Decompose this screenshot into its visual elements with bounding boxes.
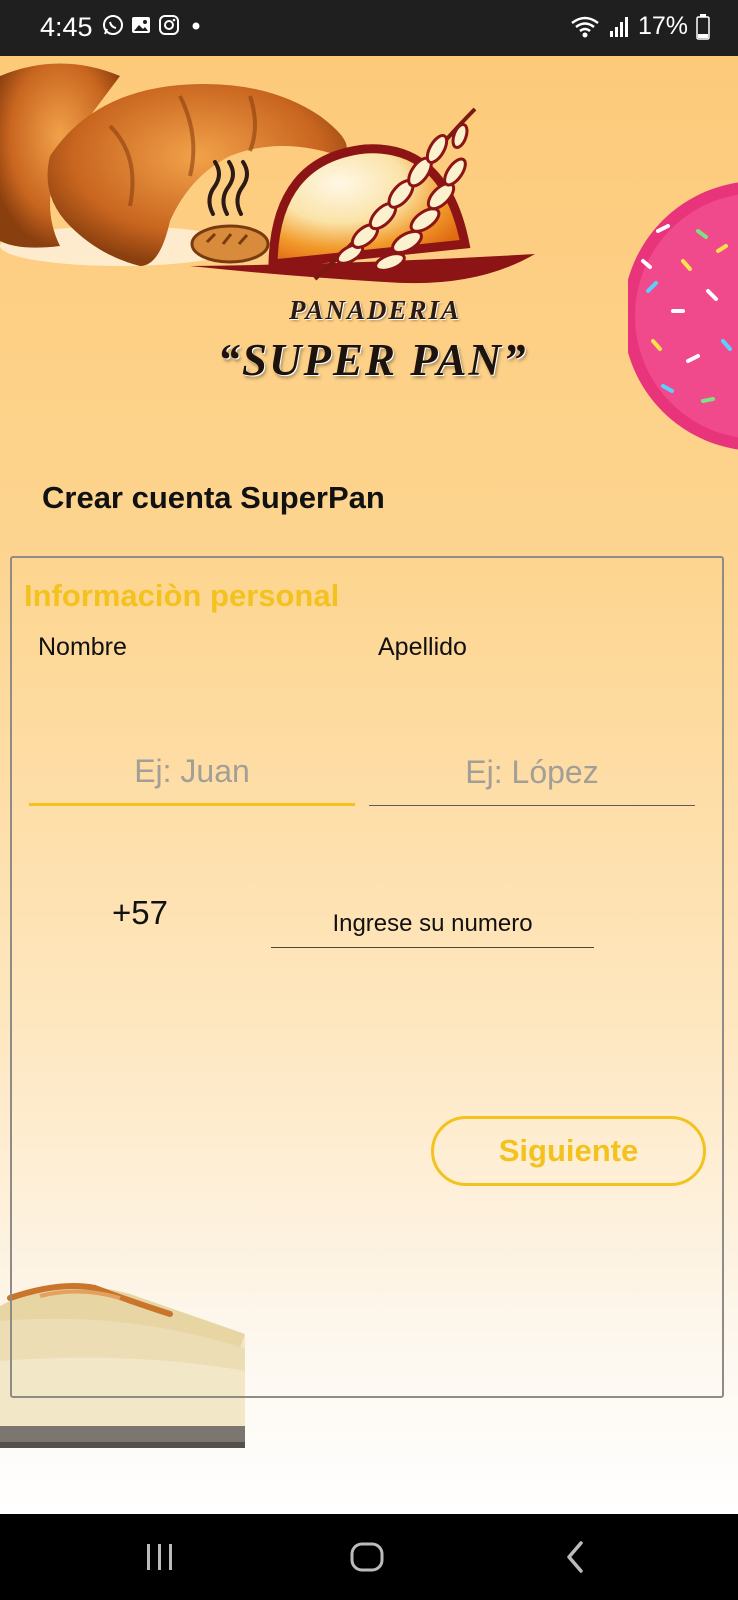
last-name-label: Apellido (378, 633, 467, 661)
battery-icon (696, 13, 710, 40)
back-button[interactable] (550, 1532, 600, 1582)
last-name-input[interactable] (369, 730, 695, 806)
gallery-icon (132, 17, 150, 33)
personal-info-card: Informaciòn personal Nombre Apellido +57… (10, 556, 724, 1398)
donut-image (628, 182, 738, 450)
signal-icon (609, 16, 628, 37)
back-icon (567, 1541, 583, 1573)
whatsapp-icon (103, 15, 123, 35)
status-bar: 4:45 17% (0, 0, 738, 56)
status-notification-icons (102, 14, 206, 36)
signup-screen: PANADERIA “SUPER PAN” Crear cuenta Super… (0, 56, 738, 1514)
wifi-icon (571, 16, 599, 37)
recent-apps-icon (147, 1544, 172, 1570)
bakery-logo (190, 107, 535, 284)
page-title: Crear cuenta SuperPan (42, 480, 385, 515)
instagram-icon (159, 15, 179, 35)
battery-percent: 17% (637, 12, 688, 40)
system-navigation-bar (0, 1514, 738, 1600)
home-icon (350, 1542, 384, 1572)
recent-apps-button[interactable] (135, 1532, 185, 1582)
brand-name-main: “SUPER PAN” (217, 335, 528, 385)
brand-name-top: PANADERIA (288, 295, 462, 325)
country-code[interactable]: +57 (112, 894, 168, 932)
section-title: Informaciòn personal (24, 578, 340, 613)
phone-number-input[interactable] (271, 900, 594, 948)
status-system-icons: 17% (570, 12, 710, 41)
notification-dot-icon (192, 22, 200, 30)
first-name-label: Nombre (38, 633, 127, 661)
status-time: 4:45 (40, 12, 93, 42)
home-button[interactable] (342, 1532, 392, 1582)
first-name-input[interactable] (29, 730, 355, 806)
next-button[interactable]: Siguiente (431, 1116, 706, 1186)
